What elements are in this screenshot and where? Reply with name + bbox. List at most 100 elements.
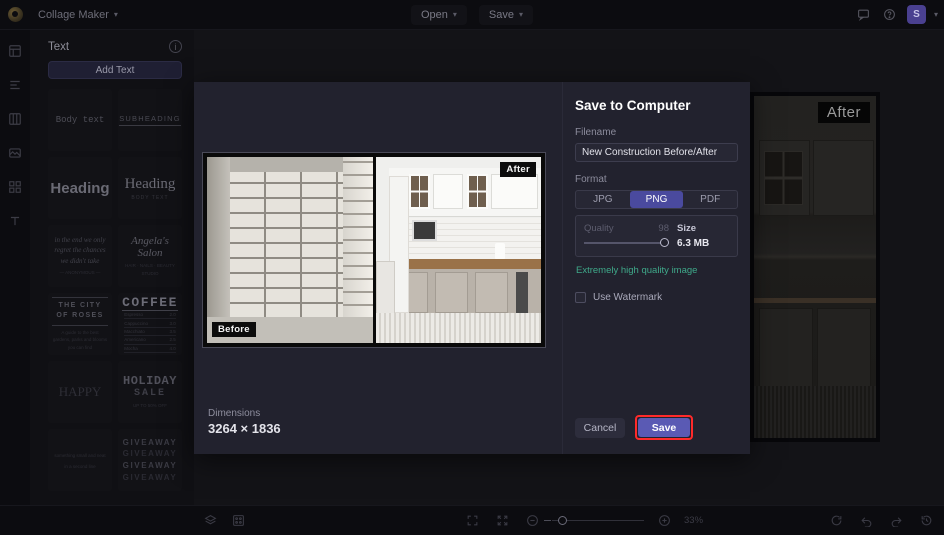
zoom-out-icon[interactable] [522,511,542,531]
preset-label: Heading [125,176,176,193]
save-menu-label: Save [489,9,514,21]
chat-icon[interactable] [855,6,873,24]
canvas-artwork[interactable]: After [750,92,880,442]
lower-cabinet [759,308,813,390]
filename-label: Filename [575,127,738,138]
cancel-button[interactable]: Cancel [575,418,625,438]
text-preset-coffee-menu[interactable]: COFFEE Espresso 2.0 Cappuccino 3.0 Macch… [118,293,182,355]
export-preview: Before [202,152,546,348]
quality-slider[interactable] [584,237,669,249]
chevron-down-icon[interactable]: ▾ [934,10,938,19]
collage-preview: Before [207,157,541,343]
zoom-slider-handle[interactable] [558,516,567,525]
brand-logo-icon [8,7,23,22]
filename-value: New Construction Before/After [582,147,717,158]
preset-sublabel: BODY TEXT [131,195,168,201]
sidebar-item-backgrounds[interactable] [4,108,26,130]
sidebar-item-templates[interactable] [4,40,26,62]
menu-item-price: 3.0 [169,321,175,326]
text-preset-small-text[interactable]: something small and neat in a second lin… [48,429,112,491]
right-wall [343,157,373,343]
format-option-pdf[interactable]: PDF [683,191,737,208]
format-option-png[interactable]: PNG [630,191,684,208]
save-menu-button[interactable]: Save ▾ [479,5,533,25]
filename-input[interactable]: New Construction Before/After [575,143,738,162]
quality-slider-handle[interactable] [660,238,669,247]
document-title-dropdown[interactable]: Collage Maker ▾ [30,6,126,24]
kitchen-floor [754,386,876,438]
watermark-row[interactable]: Use Watermark [575,292,738,303]
text-preset-happy[interactable]: HAPPY [48,361,112,423]
preset-sublabel: — ANONYMOUS — [60,269,101,277]
redo-icon[interactable] [886,511,906,531]
save-to-computer-dialog: Before [194,82,750,454]
text-preset-salon[interactable]: Angela's Salon HAIR · NAILS · BEAUTY STU… [118,225,182,287]
sidebar-item-text[interactable] [4,210,26,232]
preset-label: GIVEAWAY [123,437,178,449]
text-preset-body[interactable]: Body text [48,89,112,151]
top-bar-right: S ▾ [855,5,938,24]
zoom-in-icon[interactable] [654,511,674,531]
size-label: Size [677,223,729,234]
dialog-actions: Cancel Save [575,415,738,440]
preset-sublabel-2: UP TO 50% OFF [133,402,167,410]
text-preset-giveaway[interactable]: GIVEAWAY GIVEAWAY GIVEAWAY GIVEAWAY [118,429,182,491]
sidebar-item-stickers[interactable] [4,176,26,198]
layers-icon[interactable] [200,511,220,531]
text-preset-city-of-roses[interactable]: THE CITY OF ROSES A guide to the best ga… [48,293,112,355]
fit-screen-icon[interactable] [462,511,482,531]
format-segmented-control: JPG PNG PDF [575,190,738,209]
text-preset-script-quote[interactable]: in the end we only regret the chances we… [48,225,112,287]
after-photo: After [376,157,542,343]
panel-header: Text i [30,30,194,59]
format-section: Format JPG PNG PDF Quality 98 [575,174,738,276]
chevron-down-icon: ▾ [519,10,523,19]
glass-cabinet [467,174,489,209]
menu-item-price: 2.0 [169,312,175,317]
format-option-jpg[interactable]: JPG [576,191,630,208]
sidebar-item-layouts[interactable] [4,74,26,96]
bottom-bar-center: 33% [462,511,714,531]
bottom-bar-right [826,511,936,531]
menu-line: Americano 2.5 [124,336,176,344]
countertop [389,259,541,268]
preset-sublabel: SALE [134,388,166,399]
undo-icon[interactable] [856,511,876,531]
top-bar: Collage Maker ▾ Open ▾ Save ▾ [0,0,944,30]
left-wall [207,157,230,343]
zoom-slider-dash [544,520,551,521]
save-button[interactable]: Save [638,418,690,437]
chevron-down-icon: ▾ [453,10,457,19]
grid-icon[interactable] [228,511,248,531]
info-icon[interactable]: i [169,40,182,53]
menu-item-name: Americano [124,337,146,342]
preset-label: COFFEE [122,295,178,311]
reset-icon[interactable] [826,511,846,531]
menu-line: Espresso 2.0 [124,311,176,319]
preset-label: HAPPY [59,384,102,400]
watermark-checkbox[interactable] [575,292,586,303]
document-title-label: Collage Maker [38,9,109,21]
text-preset-heading-serif[interactable]: Heading BODY TEXT [118,157,182,219]
preset-sublabel: HAIR · NAILS · BEAUTY STUDIO [122,262,178,277]
brand-logo-button[interactable] [0,0,30,30]
text-preset-heading-sans[interactable]: Heading [48,157,112,219]
add-text-button[interactable]: Add Text [48,61,182,79]
open-menu-button[interactable]: Open ▾ [411,5,467,25]
text-preset-holiday-sale[interactable]: HOLIDAY SALE UP TO 50% OFF [118,361,182,423]
history-icon[interactable] [916,511,936,531]
zoom-slider[interactable] [552,515,644,527]
text-preset-subheading[interactable]: SUBHEADING [118,89,182,151]
after-label: After [500,162,536,177]
before-photo: Before [207,157,373,343]
user-avatar[interactable]: S [907,5,926,24]
quality-label: Quality [584,223,614,234]
dialog-preview-pane: Before [194,82,562,454]
text-preset-grid: Body text SUBHEADING Heading Heading BOD… [30,89,194,491]
page-title: Text [48,41,69,53]
help-icon[interactable] [881,6,899,24]
actual-size-icon[interactable] [492,511,512,531]
menu-line: Macchiato 3.5 [124,328,176,336]
countertop [754,298,876,303]
sidebar-item-photos[interactable] [4,142,26,164]
